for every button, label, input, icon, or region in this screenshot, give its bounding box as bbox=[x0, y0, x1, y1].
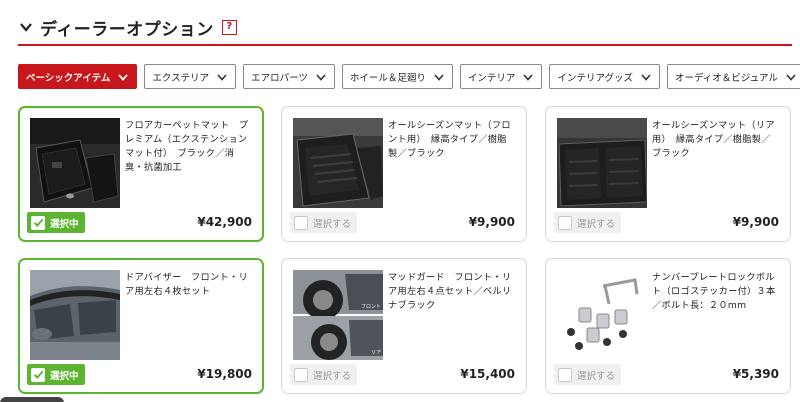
tab-interior[interactable]: インテリア bbox=[459, 64, 543, 89]
product-name: オールシーズンマット（リア用） 縁高タイプ／樹脂製／ブラック bbox=[652, 120, 775, 159]
product-name: マッドガード フロント・リア用左右４点セット／ベルリナブラック bbox=[388, 272, 512, 311]
lock-bolt-image bbox=[557, 270, 647, 360]
checkbox-unchecked-icon bbox=[558, 215, 572, 230]
product-price: ¥9,900 bbox=[468, 215, 515, 229]
product-card[interactable]: ドアバイザー フロント・リア用左右４枚セット 選択中 ¥19,800 bbox=[18, 258, 264, 394]
door-visor-image bbox=[30, 270, 120, 360]
product-name: フロアカーペットマット プレミアム（エクステンションマット付） ブラック／消臭・… bbox=[125, 120, 249, 173]
product-card[interactable]: ナンバープレートロックボルト（ロゴステッカー付）３本／ボルト長：２０mm 選択す… bbox=[545, 258, 791, 394]
product-price: ¥15,400 bbox=[460, 367, 515, 381]
checkbox-unchecked-icon bbox=[294, 215, 308, 230]
select-toggle[interactable]: 選択する bbox=[290, 212, 358, 233]
all-season-mat-front-image bbox=[293, 118, 383, 208]
select-toggle[interactable]: 選択する bbox=[554, 364, 622, 385]
product-price: ¥19,800 bbox=[197, 367, 252, 381]
mud-guard-image: フロント リア bbox=[293, 270, 383, 360]
tab-interior-goods[interactable]: インテリアグッズ bbox=[549, 64, 660, 89]
bottom-left-overlay bbox=[0, 397, 64, 402]
select-toggle[interactable]: 選択する bbox=[554, 212, 622, 233]
product-price: ¥9,900 bbox=[732, 215, 779, 229]
chevron-down-icon bbox=[118, 73, 129, 81]
checkbox-unchecked-icon bbox=[558, 367, 572, 382]
chevron-down-icon bbox=[786, 73, 796, 81]
floor-mat-image bbox=[30, 118, 120, 208]
chevron-down-icon bbox=[641, 73, 651, 81]
select-toggle[interactable]: 選択中 bbox=[27, 212, 85, 233]
tab-aero-parts[interactable]: エアロパーツ bbox=[243, 64, 335, 89]
product-name: オールシーズンマット（フロント用） 縁高タイプ／樹脂製／ブラック bbox=[388, 120, 511, 159]
help-icon[interactable]: ? bbox=[221, 19, 237, 35]
section-title: ディーラーオプション bbox=[40, 19, 214, 40]
product-card[interactable]: フロント リア マッドガード フロント・リア用左右４点セット／ベルリナブラック … bbox=[281, 258, 527, 394]
chevron-down-icon bbox=[523, 73, 534, 81]
category-tabs: ベーシックアイテム エクステリア エアロパーツ ホイール＆足廻り インテリア イ… bbox=[18, 64, 800, 89]
checkbox-unchecked-icon bbox=[294, 367, 308, 382]
chevron-down-icon bbox=[316, 73, 326, 81]
all-season-mat-rear-image bbox=[557, 118, 647, 208]
product-card[interactable]: オールシーズンマット（リア用） 縁高タイプ／樹脂製／ブラック 選択する ¥9,9… bbox=[545, 106, 791, 242]
image-label-front: フロント bbox=[361, 304, 382, 310]
product-name: ナンバープレートロックボルト（ロゴステッカー付）３本／ボルト長：２０mm bbox=[652, 272, 776, 311]
product-card[interactable]: オールシーズンマット（フロント用） 縁高タイプ／樹脂製／ブラック 選択する ¥9… bbox=[281, 106, 527, 242]
tab-exterior[interactable]: エクステリア bbox=[144, 64, 237, 89]
select-toggle[interactable]: 選択する bbox=[290, 364, 358, 385]
product-price: ¥5,390 bbox=[732, 367, 779, 381]
chevron-down-icon bbox=[20, 23, 32, 32]
select-toggle[interactable]: 選択中 bbox=[27, 364, 85, 385]
checkbox-checked-icon bbox=[31, 367, 45, 382]
checkbox-checked-icon bbox=[31, 215, 45, 230]
product-name: ドアバイザー フロント・リア用左右４枚セット bbox=[125, 272, 248, 297]
tab-audio-visual[interactable]: オーディオ＆ビジュアル bbox=[666, 64, 800, 89]
image-label-rear: リア bbox=[371, 350, 382, 356]
tab-wheels[interactable]: ホイール＆足廻り bbox=[341, 64, 453, 89]
product-card[interactable]: フロアカーペットマット プレミアム（エクステンションマット付） ブラック／消臭・… bbox=[18, 106, 264, 242]
product-price: ¥42,900 bbox=[197, 215, 252, 229]
chevron-down-icon bbox=[217, 73, 227, 81]
tab-basic-items[interactable]: ベーシックアイテム bbox=[18, 64, 138, 89]
chevron-down-icon bbox=[434, 73, 444, 81]
section-header[interactable]: ディーラーオプション ? bbox=[18, 10, 792, 46]
